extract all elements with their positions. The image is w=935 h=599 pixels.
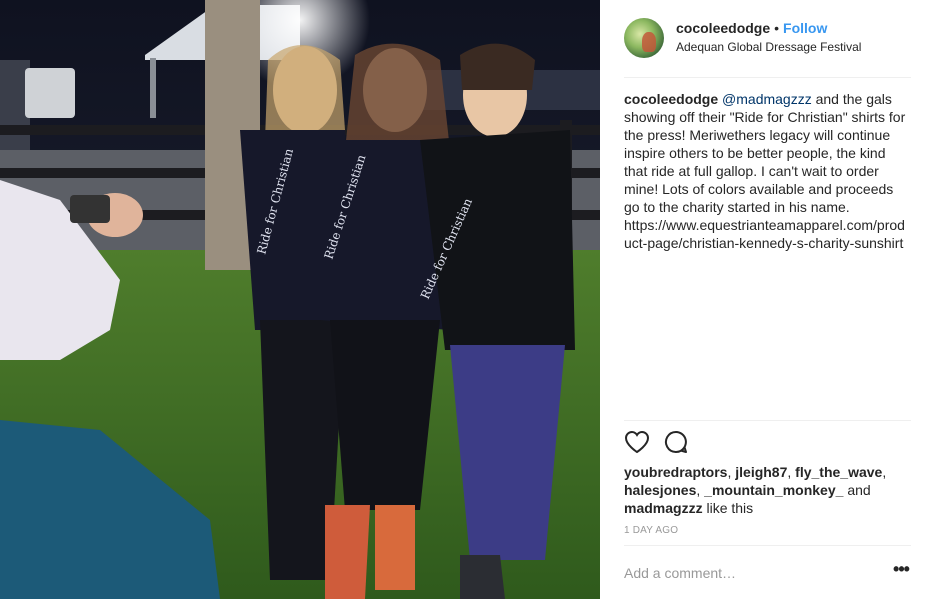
comment-divider [624,545,911,546]
likes-and-text: and [847,482,871,498]
follow-button[interactable]: Follow [783,20,827,36]
like-user-link[interactable]: halesjones [624,482,696,498]
post-details-panel: cocoleedodge • Follow Adequan Global Dress… [600,0,935,599]
likes-summary: youbredraptors, jleigh87, fly_the_wave, … [624,464,887,516]
likes-suffix-text: like this [706,500,754,516]
separator-dot: • [774,20,780,36]
photo-scene: Ride for Christian Ride for Christian Ri… [0,0,600,599]
comment-input[interactable] [624,560,874,586]
post-header: cocoleedodge • Follow Adequan Global Dress… [624,18,911,76]
header-divider [624,77,911,78]
caption: cocoleedodge @madmagzzz and the gals sho… [624,90,911,252]
actions-divider [624,420,911,421]
action-bar [624,430,911,458]
like-user-link[interactable]: youbredraptors [624,464,727,480]
like-user-link[interactable]: _mountain_monkey_ [704,482,843,498]
like-user-link[interactable]: fly_the_wave [795,464,882,480]
caption-username-link[interactable]: cocoleedodge [624,91,718,107]
location-link[interactable]: Adequan Global Dressage Festival [676,40,861,54]
post-photo[interactable]: Ride for Christian Ride for Christian Ri… [0,0,600,599]
comment-form: ••• [624,560,911,586]
like-user-link[interactable]: madmagzzz [624,500,703,516]
caption-text: and the gals showing off their "Ride for… [624,91,906,251]
like-user-link[interactable]: jleigh87 [735,464,787,480]
header-user-line: cocoleedodge • Follow [676,20,827,36]
caption-mention-link[interactable]: @madmagzzz [722,91,812,107]
post-timestamp[interactable]: 1 day ago [624,525,678,536]
comment-bubble-icon[interactable] [664,430,692,458]
header-username-link[interactable]: cocoleedodge [676,20,770,36]
more-options-icon[interactable]: ••• [891,560,911,580]
avatar[interactable] [624,18,664,58]
heart-icon[interactable] [624,430,652,458]
